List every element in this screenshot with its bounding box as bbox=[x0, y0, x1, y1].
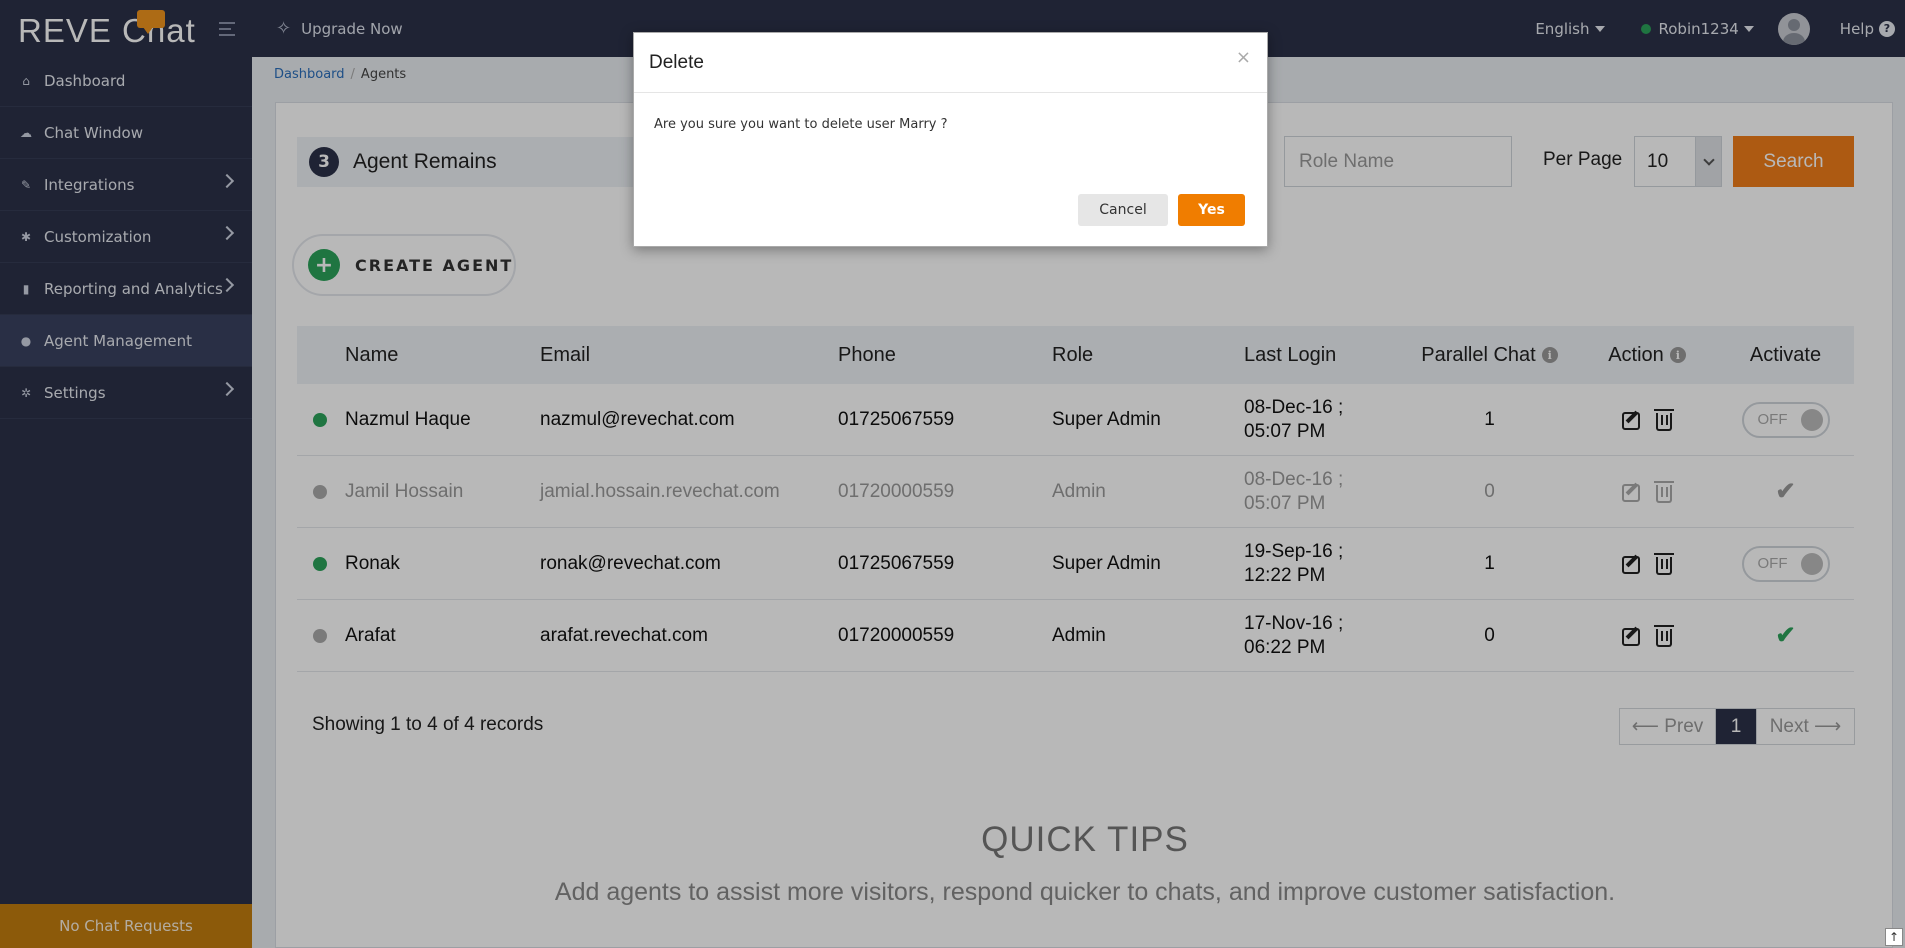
cancel-button[interactable]: Cancel bbox=[1078, 194, 1168, 226]
dialog-header: Delete × bbox=[634, 33, 1267, 93]
dialog-message: Are you sure you want to delete user Mar… bbox=[654, 117, 948, 132]
scroll-to-top-icon[interactable]: ↑ bbox=[1885, 928, 1903, 946]
dialog-footer: Cancel Yes bbox=[1078, 194, 1245, 226]
close-icon[interactable]: × bbox=[1236, 47, 1251, 68]
dialog-title: Delete bbox=[649, 51, 704, 73]
delete-dialog: Delete × Are you sure you want to delete… bbox=[633, 32, 1268, 247]
yes-button[interactable]: Yes bbox=[1178, 194, 1245, 226]
